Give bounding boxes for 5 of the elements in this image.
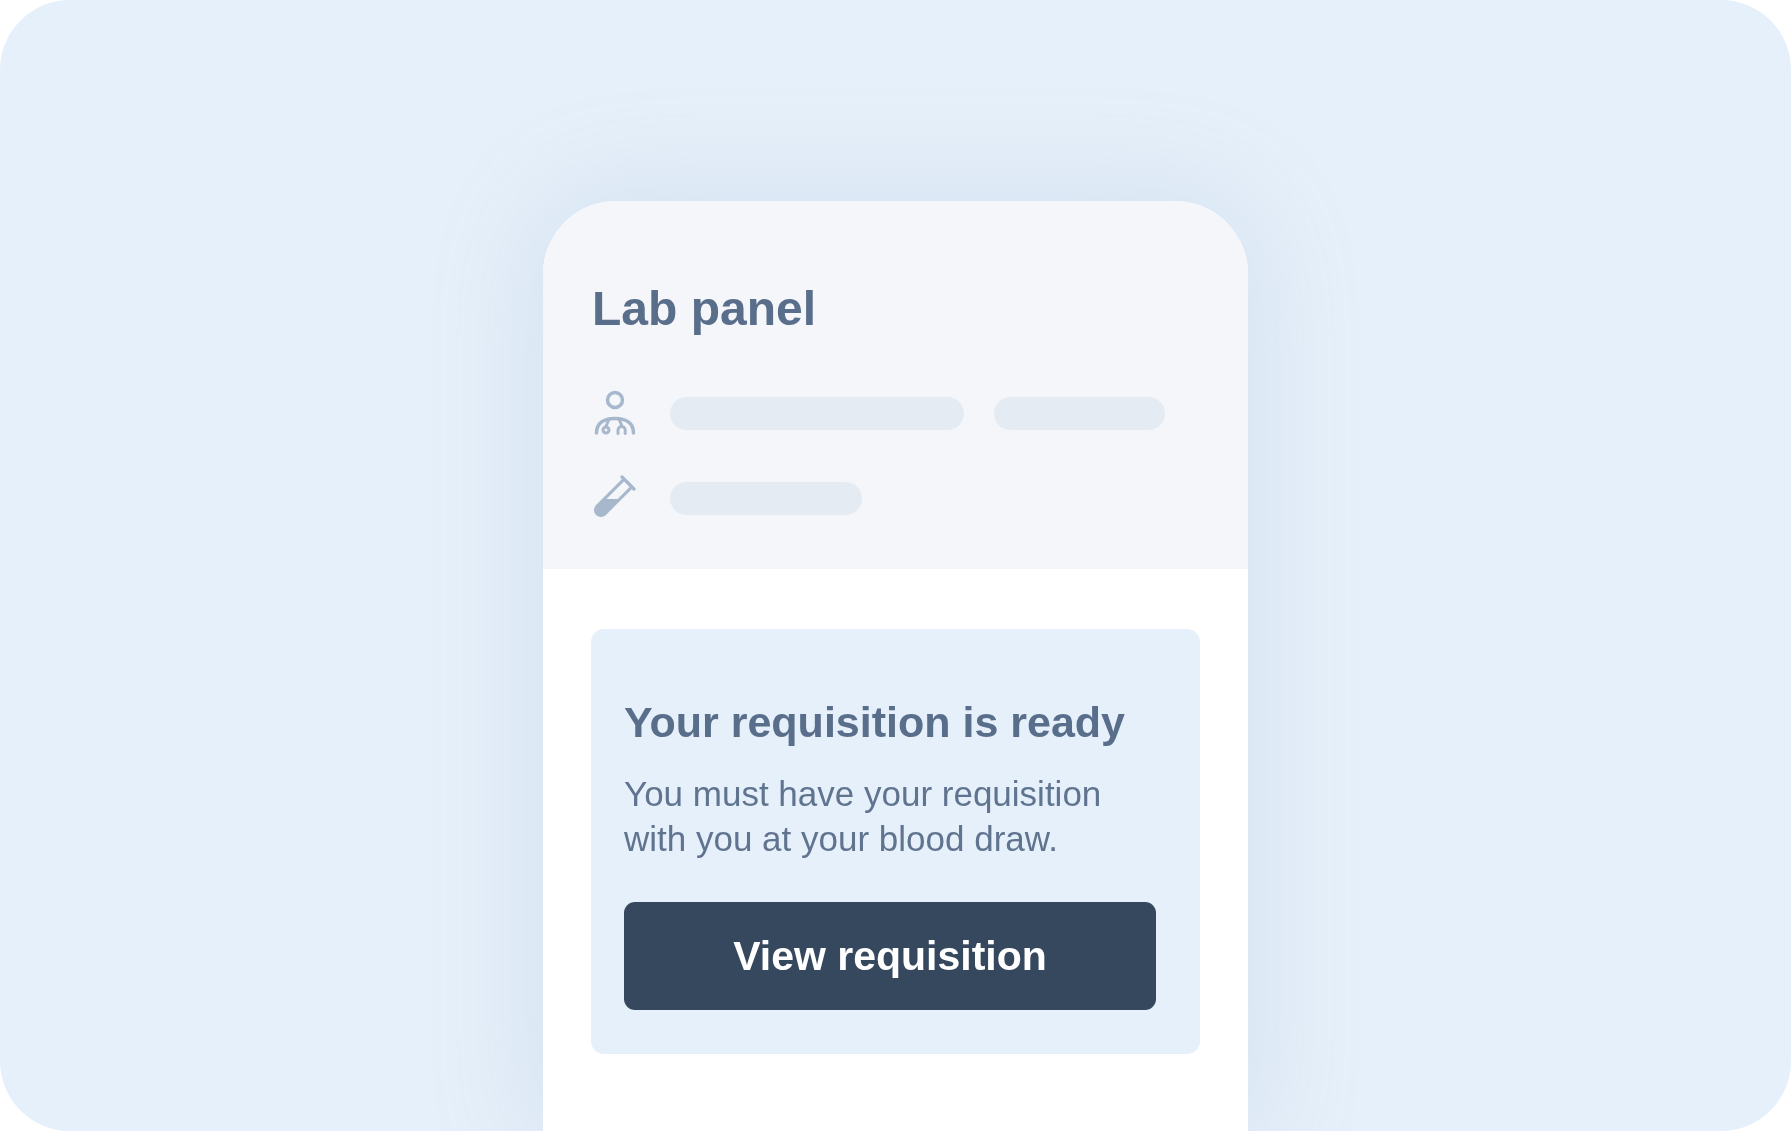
view-requisition-button[interactable]: View requisition [624,902,1156,1010]
doctor-icon [592,390,638,436]
card-title: Lab panel [592,281,818,337]
notice-heading: Your requisition is ready [624,697,1126,748]
notice-text: You must have your requisition with you at your blood draw. [624,773,1103,860]
